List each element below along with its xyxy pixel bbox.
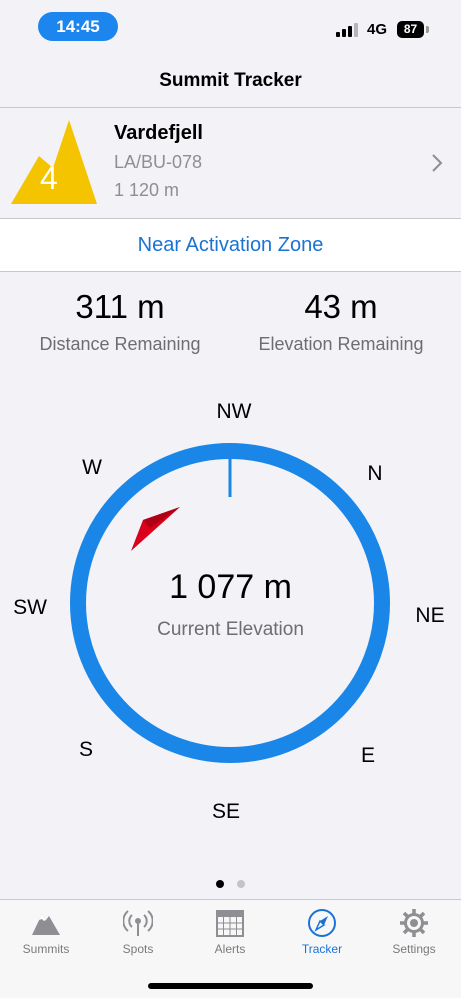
tab-label: Tracker xyxy=(301,942,343,956)
compass xyxy=(70,443,390,763)
page-title: Summit Tracker xyxy=(159,70,302,91)
network-type: 4G xyxy=(367,21,388,38)
compass-label-s: S xyxy=(78,738,94,761)
compass-label-nw: NW xyxy=(216,400,252,423)
compass-label-se: SE xyxy=(211,800,241,823)
summit-name: Vardefjell xyxy=(114,122,203,144)
summit-altitude: 1 120 m xyxy=(114,180,180,200)
tab-alerts[interactable]: Alerts xyxy=(184,900,276,964)
tab-label: Settings xyxy=(392,942,436,956)
current-elevation-value: 1 077 m xyxy=(169,568,292,606)
battery-icon: 87 xyxy=(397,21,424,38)
divider xyxy=(0,271,461,272)
page-dot-active[interactable] xyxy=(216,880,224,888)
status-bar: 14:45 4G 87 xyxy=(0,0,461,58)
gear-icon xyxy=(400,909,428,937)
distance-label: Distance Remaining xyxy=(39,334,201,354)
distance-value: 311 m xyxy=(75,288,165,325)
chevron-right-icon xyxy=(432,154,443,172)
activation-zone-status: Near Activation Zone xyxy=(0,219,461,271)
battery-cap xyxy=(426,26,429,33)
antenna-icon xyxy=(123,910,153,936)
elevation-stat: 43 m Elevation Remaining xyxy=(226,288,456,355)
tab-summits[interactable]: Summits xyxy=(0,900,92,964)
calendar-icon xyxy=(216,910,244,937)
compass-icon xyxy=(308,909,336,937)
direction-pointer-shade xyxy=(143,507,180,528)
distance-stat: 311 m Distance Remaining xyxy=(5,288,235,355)
cellular-signal-icon xyxy=(336,23,360,37)
home-indicator[interactable] xyxy=(148,983,313,989)
tab-bar: Summits Spots Alerts Tracker Settings xyxy=(0,899,461,998)
tab-spots[interactable]: Spots xyxy=(92,900,184,964)
page-indicator[interactable] xyxy=(216,880,246,890)
summit-points: 4 xyxy=(40,160,58,196)
compass-label-e: E xyxy=(360,744,376,767)
direction-pointer-icon xyxy=(131,507,180,551)
mountain-icon xyxy=(32,914,60,935)
tab-label: Summits xyxy=(22,942,70,956)
summit-code: LA/BU-078 xyxy=(114,152,203,172)
tab-label: Spots xyxy=(122,942,154,956)
compass-label-n: N xyxy=(367,462,383,485)
elevation-remaining-value: 43 m xyxy=(304,288,378,325)
current-elevation-label: Current Elevation xyxy=(157,619,304,640)
summit-card[interactable]: 4 Vardefjell LA/BU-078 1 120 m xyxy=(0,108,461,218)
compass-label-w: W xyxy=(82,456,102,479)
tab-tracker[interactable]: Tracker xyxy=(276,900,368,964)
tab-label: Alerts xyxy=(214,942,246,956)
elevation-remaining-label: Elevation Remaining xyxy=(258,334,424,354)
status-time: 14:45 xyxy=(38,12,118,41)
page-dot[interactable] xyxy=(237,880,245,888)
tab-settings[interactable]: Settings xyxy=(368,900,460,964)
